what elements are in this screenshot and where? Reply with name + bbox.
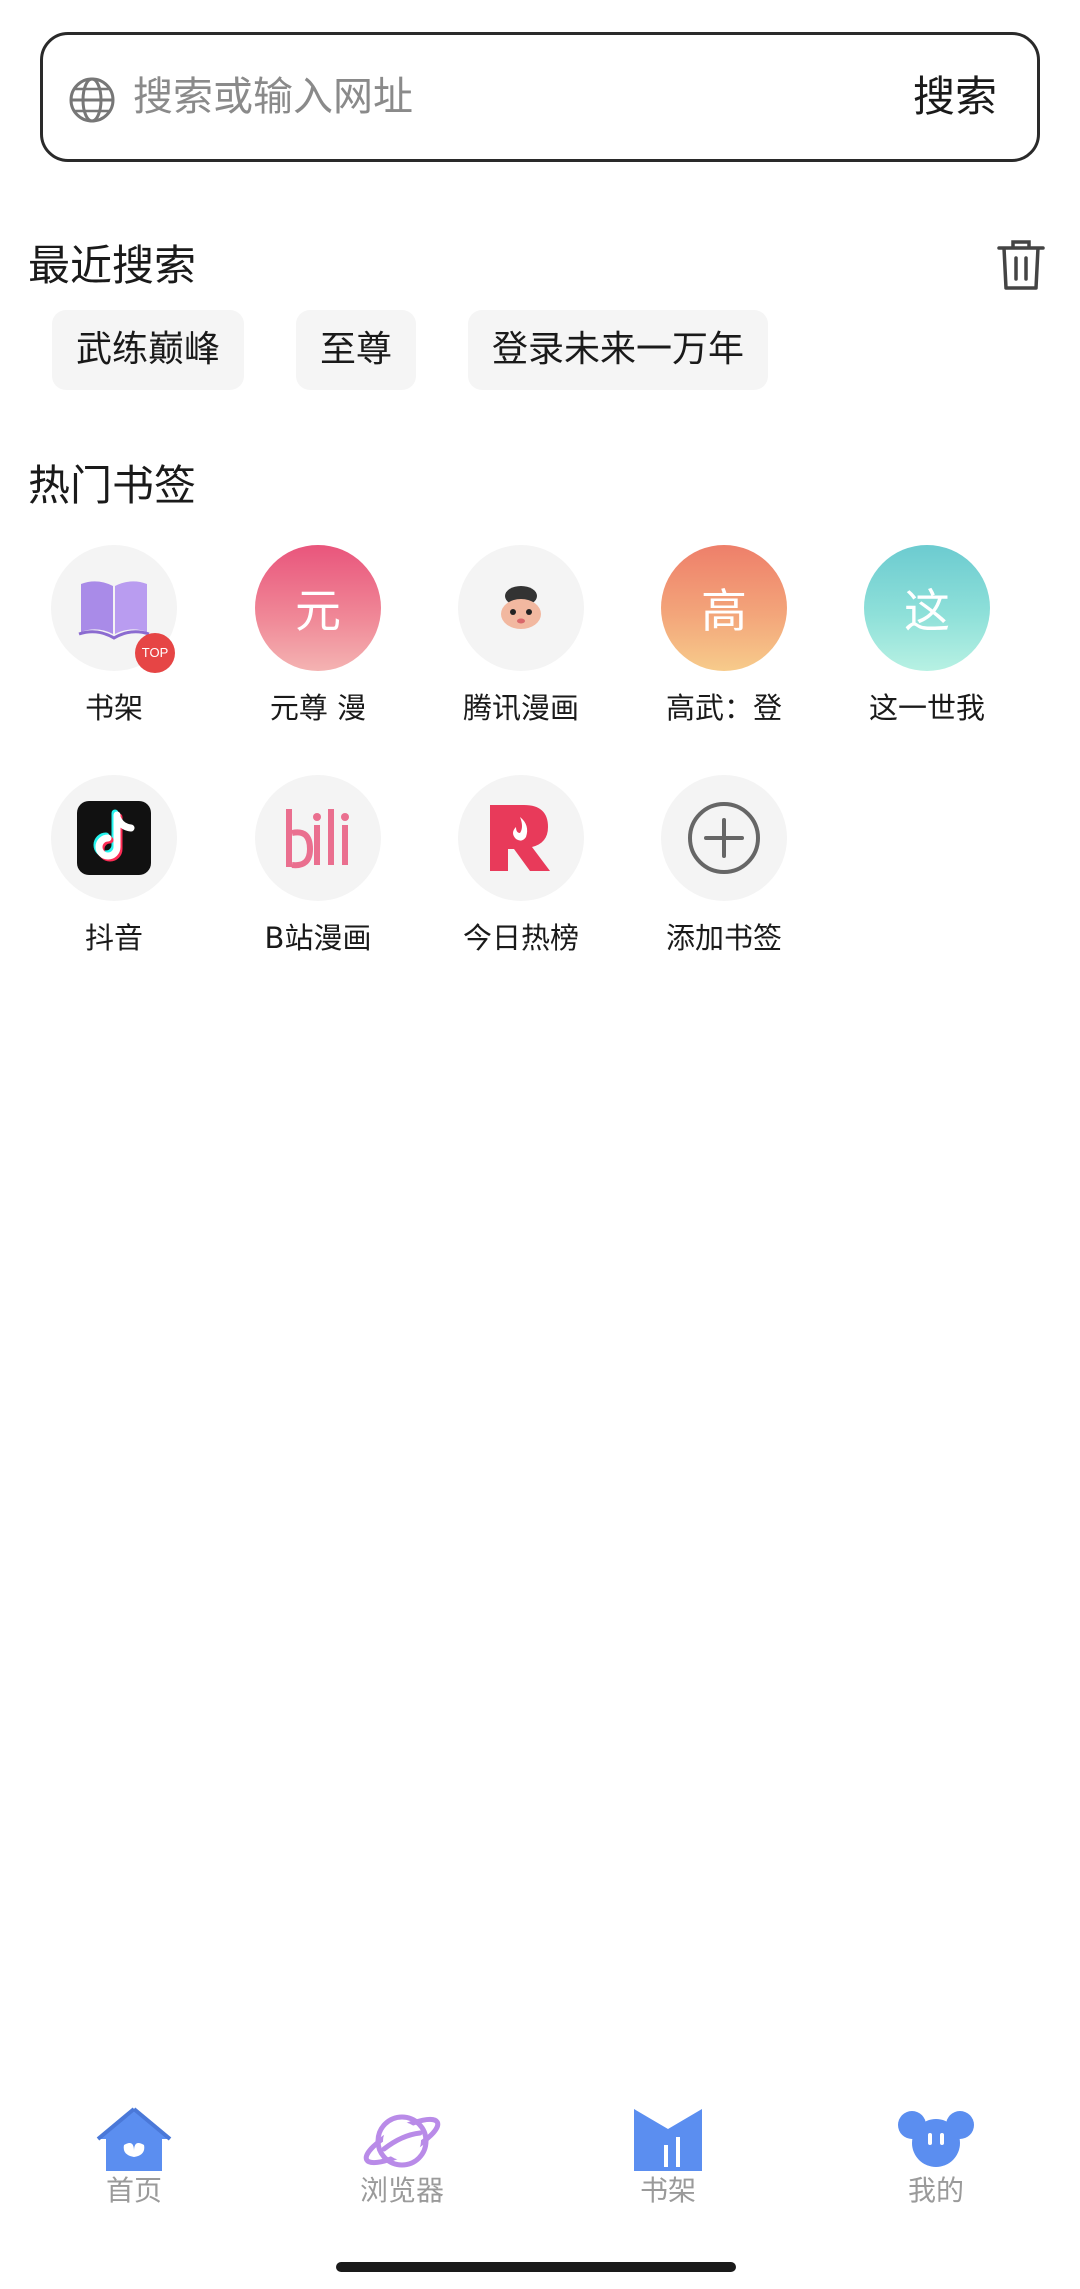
recent-search-chip[interactable]: 武练巅峰 [52, 310, 245, 390]
bookmark-icon-circle [255, 775, 381, 901]
hot-list-icon [490, 805, 550, 871]
profile-icon [898, 2111, 974, 2167]
bookmark-bookshelf[interactable]: TOP 书架 [39, 545, 189, 727]
globe-icon [69, 77, 115, 123]
bookmark-label: 元尊 漫 [269, 691, 367, 725]
recent-search-title: 最近搜索 [28, 241, 197, 290]
recent-search-list: 武练巅峰 至尊 登录未来一万年 [52, 310, 769, 390]
nav-label: 首页 [105, 2174, 162, 2207]
bookmark-letter: 元 [295, 584, 341, 638]
search-button[interactable]: 搜索 [913, 35, 997, 159]
planet-icon [363, 2114, 441, 2168]
nav-label: 书架 [639, 2174, 696, 2207]
bookmark-icon-circle [458, 775, 584, 901]
top-badge: TOP [135, 633, 175, 673]
bookmark-icon-circle [458, 545, 584, 671]
bookmark-tencent-comic[interactable]: 腾讯漫画 [446, 545, 596, 727]
home-indicator [336, 2262, 736, 2272]
bookmark-icon-circle: 高 [661, 545, 787, 671]
tencent-comic-icon [501, 586, 541, 629]
nav-bookshelf[interactable]: 书架 [598, 2105, 738, 2209]
bookmark-icon-circle [661, 775, 787, 901]
nav-label: 我的 [907, 2174, 964, 2207]
hot-bookmarks-title: 热门书签 [28, 461, 197, 510]
bookmark-label: 今日热榜 [462, 921, 579, 955]
recent-search-chip[interactable]: 至尊 [296, 310, 417, 390]
bookmark-zheyishi[interactable]: 这 这一世我 [852, 545, 1002, 727]
bookmark-label: 抖音 [84, 921, 143, 955]
nav-profile[interactable]: 我的 [866, 2105, 1006, 2209]
nav-label: 浏览器 [359, 2174, 444, 2207]
bookmark-label: B站漫画 [264, 921, 372, 955]
nav-home[interactable]: 首页 [64, 2105, 204, 2209]
bilibili-icon [286, 809, 349, 869]
bookmark-icon-circle: 元 [255, 545, 381, 671]
bookmark-icon-circle: 这 [864, 545, 990, 671]
bookmark-label: 腾讯漫画 [462, 691, 579, 725]
nav-browser[interactable]: 浏览器 [332, 2105, 472, 2209]
bookmark-douyin[interactable]: 抖音 [39, 775, 189, 957]
bookmark-letter: 高 [701, 584, 747, 638]
bookmark-add[interactable]: 添加书签 [649, 775, 799, 957]
book-icon [78, 581, 150, 640]
bookmark-gaowu[interactable]: 高 高武：登 [649, 545, 799, 727]
search-bar[interactable]: 搜索或输入网址 搜索 [40, 32, 1040, 162]
bookmark-label: 添加书签 [665, 921, 782, 955]
add-icon [688, 802, 760, 874]
bookmark-label: 高武：登 [665, 691, 782, 725]
bookmark-bilibili-comic[interactable]: B站漫画 [243, 775, 393, 957]
bookmark-icon-circle [51, 775, 177, 901]
bookshelf-icon [634, 2109, 702, 2171]
bookmark-yuanzun[interactable]: 元 元尊 漫 [243, 545, 393, 727]
bookmark-label: 这一世我 [868, 691, 985, 725]
search-input[interactable]: 搜索或输入网址 [133, 35, 413, 159]
recent-search-chip[interactable]: 登录未来一万年 [468, 310, 769, 390]
bookmark-hot-list[interactable]: 今日热榜 [446, 775, 596, 957]
bookmark-letter: 这 [904, 584, 950, 638]
trash-icon[interactable] [995, 236, 1047, 292]
bookmark-label: 书架 [84, 691, 143, 725]
bookmark-icon-circle: TOP [51, 545, 177, 673]
tiktok-icon [77, 801, 151, 875]
bottom-nav: 首页 浏览器 书架 我的 [0, 2105, 1080, 2235]
home-icon [96, 2107, 172, 2171]
